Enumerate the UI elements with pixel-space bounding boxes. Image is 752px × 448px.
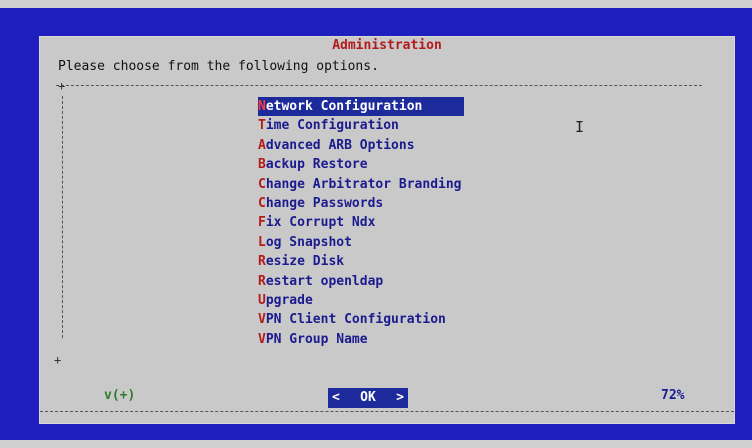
menu-item[interactable]: Fix Corrupt Ndx	[258, 213, 464, 232]
menu-item[interactable]: Advanced ARB Options	[258, 136, 464, 155]
screen-bezel-top	[0, 0, 752, 8]
menu-item-label: hange Arbitrator Branding	[265, 176, 462, 192]
ok-button-right-bracket: >	[396, 390, 404, 405]
scroll-percent: 72%	[661, 388, 685, 403]
menu-item-label: estart openldap	[265, 273, 384, 289]
ok-button[interactable]: < OK >	[328, 388, 408, 408]
menu-item-hotkey: R	[258, 273, 266, 289]
menu-item-label: esize Disk	[265, 254, 345, 270]
administration-dialog: Administration Please choose from the fo…	[40, 37, 734, 423]
ok-button-left-bracket: <	[332, 390, 340, 405]
menu-item-label: ix Corrupt Ndx	[265, 215, 376, 231]
more-items-indicator: v(+)	[104, 388, 136, 403]
menu-item-hotkey: L	[258, 234, 266, 250]
menu-box: + Network Configuration Time Configuratio…	[56, 80, 702, 356]
menu-item[interactable]: Network Configuration	[258, 97, 464, 117]
terminal-screen: Administration Please choose from the fo…	[0, 0, 752, 448]
menu-item[interactable]: Change Passwords	[258, 194, 464, 213]
menu-item-hotkey: C	[258, 195, 266, 211]
menu-left-border	[62, 96, 63, 338]
corner-plus-icon: +	[58, 79, 66, 93]
menu-item-hotkey: R	[258, 254, 266, 270]
menu-item-label: pgrade	[265, 292, 313, 308]
menu-item[interactable]: Log Snapshot	[258, 233, 464, 252]
menu-item-label: dvanced ARB Options	[265, 137, 415, 153]
menu-item[interactable]: Upgrade	[258, 291, 464, 310]
menu-item-label: ackup Restore	[265, 157, 368, 173]
menu-item-hotkey: T	[258, 118, 266, 134]
menu-item-label: PN Client Configuration	[265, 312, 446, 328]
menu-item-label: hange Passwords	[265, 195, 384, 211]
menu-item[interactable]: Change Arbitrator Branding	[258, 175, 464, 194]
dialog-bottom-border	[40, 411, 734, 412]
menu-list: Network Configuration Time Configuration A…	[258, 97, 464, 349]
menu-item[interactable]: VPN Group Name	[258, 330, 464, 349]
menu-item-hotkey: F	[258, 215, 266, 231]
menu-item-label: ime Configuration	[265, 118, 399, 134]
menu-item-hotkey: C	[258, 176, 266, 192]
menu-item-label: og Snapshot	[265, 234, 352, 250]
menu-item[interactable]: Restart openldap	[258, 272, 464, 291]
dialog-title: Administration	[332, 38, 442, 53]
dialog-subtitle: Please choose from the following options…	[58, 59, 379, 74]
menu-item-hotkey: B	[258, 157, 266, 173]
menu-item-label: PN Group Name	[265, 331, 368, 347]
menu-item[interactable]: Backup Restore	[258, 155, 464, 174]
menu-item-hotkey: A	[258, 137, 266, 153]
menu-item-label: etwork Configuration	[265, 99, 423, 114]
ok-button-label: OK	[360, 390, 376, 405]
corner-plus-icon: +	[54, 353, 62, 367]
screen-bezel-bottom	[0, 440, 752, 448]
menu-item-hotkey: V	[258, 312, 266, 328]
menu-item-hotkey: V	[258, 331, 266, 347]
menu-item-hotkey: N	[258, 99, 266, 114]
menu-item[interactable]: VPN Client Configuration	[258, 310, 464, 329]
menu-item[interactable]: Time Configuration	[258, 116, 464, 135]
menu-item-hotkey: U	[258, 292, 266, 308]
text-ibeam-icon: I	[575, 118, 585, 136]
menu-item[interactable]: Resize Disk	[258, 252, 464, 271]
